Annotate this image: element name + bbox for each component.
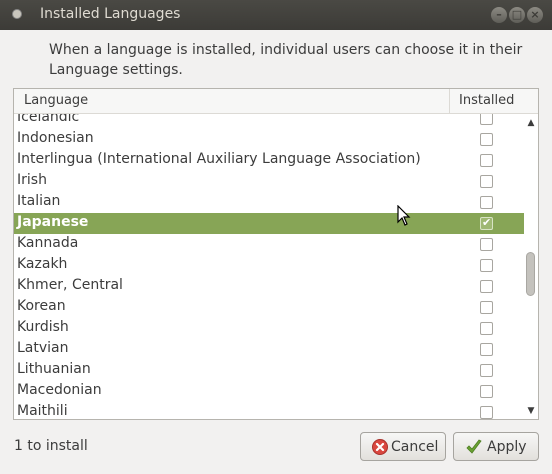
installed-checkbox[interactable] <box>480 175 493 188</box>
installed-checkbox[interactable] <box>480 406 493 419</box>
maximize-button[interactable]: □ <box>509 7 525 23</box>
language-name: Khmer, Central <box>17 277 123 293</box>
installed-checkbox[interactable] <box>480 385 493 398</box>
language-name: Italian <box>17 193 61 209</box>
language-name: Lithuanian <box>17 361 91 377</box>
column-header-installed[interactable]: Installed <box>459 93 514 108</box>
language-rows: Icelandic Indonesian Interlingua (Internat… <box>14 114 524 419</box>
app-icon <box>12 9 22 19</box>
checkmark-icon <box>466 439 482 454</box>
language-name: Korean <box>17 298 66 314</box>
list-item[interactable]: Macedonian <box>14 381 524 402</box>
language-name: Japanese <box>17 214 89 230</box>
installed-checkbox[interactable] <box>480 322 493 335</box>
list-item[interactable]: Irish <box>14 171 524 192</box>
language-name: Kannada <box>17 235 79 251</box>
installed-checkbox[interactable] <box>480 114 493 125</box>
scroll-up-arrow-icon[interactable]: ▲ <box>526 118 536 128</box>
language-name: Latvian <box>17 340 69 356</box>
apply-label: Apply <box>487 439 527 455</box>
installed-checkbox[interactable]: ✔ <box>480 216 493 230</box>
language-name: Interlingua (International Auxiliary Lan… <box>17 151 421 167</box>
vertical-scrollbar[interactable]: ▲ ▼ <box>524 114 538 419</box>
installed-checkbox[interactable] <box>480 343 493 356</box>
list-item[interactable]: Interlingua (International Auxiliary Lan… <box>14 150 524 171</box>
column-separator <box>449 89 450 113</box>
column-header-language[interactable]: Language <box>24 93 88 108</box>
list-item[interactable]: Italian <box>14 192 524 213</box>
list-item[interactable]: Latvian <box>14 339 524 360</box>
language-name: Kurdish <box>17 319 69 335</box>
list-item[interactable]: Korean <box>14 297 524 318</box>
language-name: Maithili <box>17 403 68 419</box>
language-name: Indonesian <box>17 130 94 146</box>
title-bar: Installed Languages – □ × <box>0 0 552 30</box>
list-item[interactable]: Japanese ✔ <box>14 213 524 234</box>
list-header: Language Installed <box>14 89 538 114</box>
apply-button[interactable]: Apply <box>453 432 539 461</box>
list-item[interactable]: Kurdish <box>14 318 524 339</box>
intro-text: When a language is installed, individual… <box>49 42 523 78</box>
list-item[interactable]: Kazakh <box>14 255 524 276</box>
list-item[interactable]: Indonesian <box>14 129 524 150</box>
language-list[interactable]: Language Installed Icelandic Indonesian In… <box>13 88 539 420</box>
window-title: Installed Languages <box>40 6 181 22</box>
installed-checkbox[interactable] <box>480 196 493 209</box>
mouse-pointer-icon <box>397 205 411 226</box>
list-item[interactable]: Khmer, Central <box>14 276 524 297</box>
language-name: Kazakh <box>17 256 68 272</box>
list-item[interactable]: Lithuanian <box>14 360 524 381</box>
cancel-label: Cancel <box>391 439 439 455</box>
list-item[interactable]: Icelandic <box>14 114 524 129</box>
language-name: Icelandic <box>17 114 80 125</box>
list-item[interactable]: Kannada <box>14 234 524 255</box>
scrollbar-thumb[interactable] <box>526 252 535 296</box>
installed-checkbox[interactable] <box>480 154 493 167</box>
close-button[interactable]: × <box>527 7 543 23</box>
list-item[interactable]: Maithili <box>14 402 524 419</box>
language-name: Irish <box>17 172 47 188</box>
installed-checkbox[interactable] <box>480 301 493 314</box>
cancel-button[interactable]: Cancel <box>360 432 446 461</box>
cancel-icon <box>372 439 388 455</box>
installed-checkbox[interactable] <box>480 133 493 146</box>
minimize-button[interactable]: – <box>491 7 507 23</box>
installed-checkbox[interactable] <box>480 280 493 293</box>
install-count-status: 1 to install <box>14 438 88 454</box>
checkmark-icon: ✔ <box>482 216 492 229</box>
installed-checkbox[interactable] <box>480 238 493 251</box>
installed-checkbox[interactable] <box>480 259 493 272</box>
language-name: Macedonian <box>17 382 102 398</box>
installed-checkbox[interactable] <box>480 364 493 377</box>
scroll-down-arrow-icon[interactable]: ▼ <box>526 406 536 416</box>
